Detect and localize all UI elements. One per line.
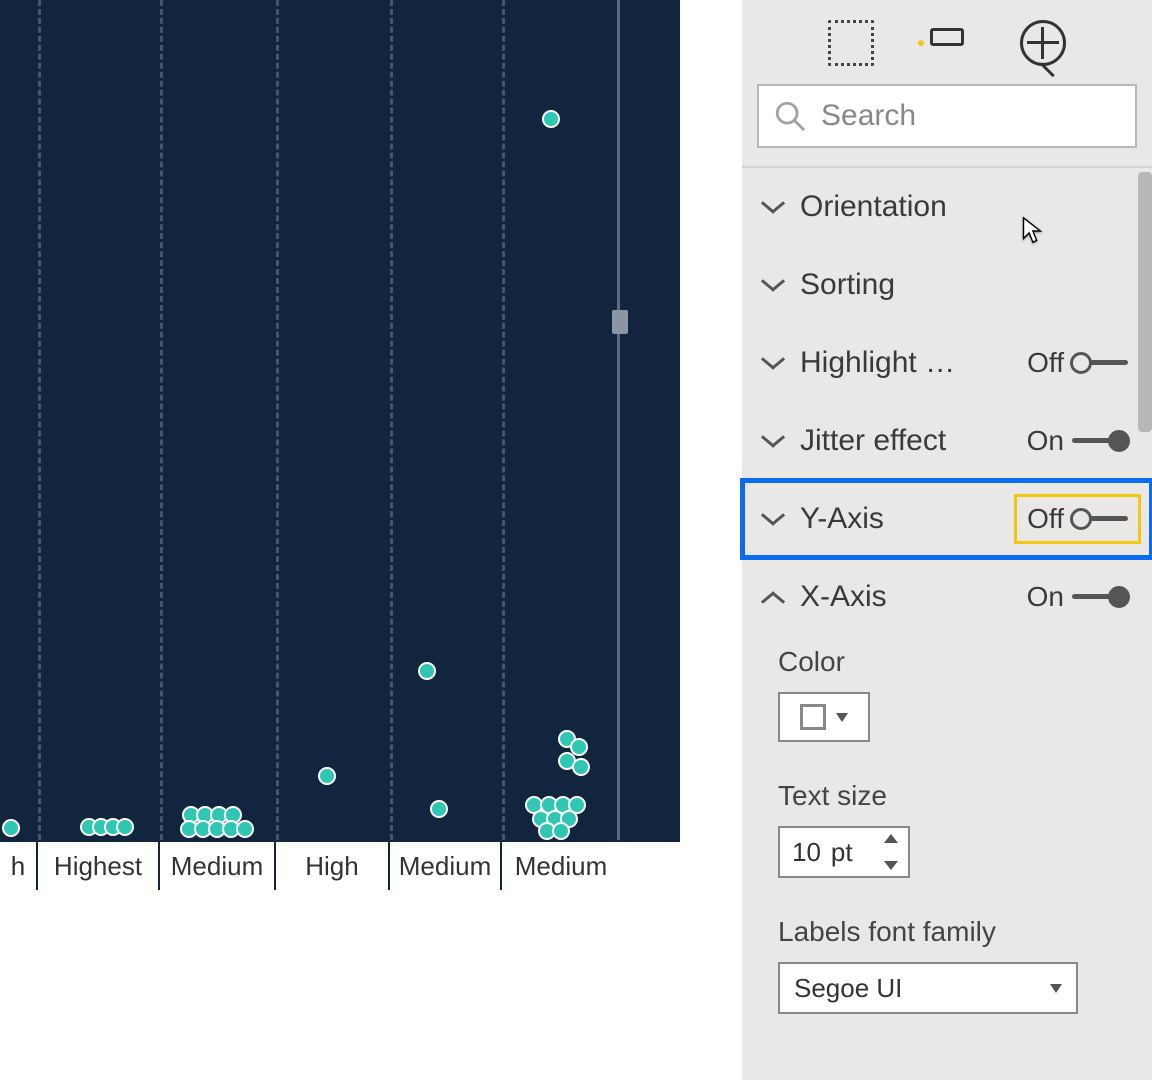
format-tab-icon[interactable] bbox=[924, 20, 970, 66]
yaxis-toggle[interactable] bbox=[1072, 508, 1128, 530]
chart-gridline bbox=[276, 0, 279, 840]
chevron-down-icon bbox=[760, 350, 786, 376]
chart-dot[interactable] bbox=[430, 800, 448, 818]
item-sorting[interactable]: Sorting bbox=[742, 246, 1152, 324]
font-dropdown[interactable]: Segoe UI bbox=[778, 962, 1078, 1014]
chart-scroll-handle[interactable] bbox=[612, 310, 628, 334]
x-label: h bbox=[0, 842, 38, 890]
highlight-toggle[interactable] bbox=[1072, 352, 1128, 374]
chart-dot[interactable] bbox=[116, 818, 134, 836]
cursor-icon bbox=[1016, 216, 1046, 246]
chevron-up-icon bbox=[760, 584, 786, 610]
item-yaxis[interactable]: Y-Axis Off bbox=[742, 480, 1152, 558]
xaxis-controls: Color Text size 10 pt Labels font family bbox=[742, 636, 1152, 1034]
spacer bbox=[680, 0, 742, 1080]
step-up-icon[interactable] bbox=[884, 834, 898, 843]
search-input[interactable]: Search bbox=[757, 84, 1137, 148]
chart-dot[interactable] bbox=[2, 819, 20, 837]
chart-visual[interactable]: h Highest Medium High Medium Medium bbox=[0, 0, 680, 890]
x-label: Highest bbox=[38, 842, 160, 890]
chart-dot[interactable] bbox=[552, 822, 570, 840]
color-swatch bbox=[800, 704, 826, 730]
chart-gridline bbox=[390, 0, 393, 840]
text-size-label: Text size bbox=[778, 780, 1128, 812]
chart-dot[interactable] bbox=[418, 662, 436, 680]
chart-dot[interactable] bbox=[318, 767, 336, 785]
chart-gridline bbox=[38, 0, 41, 840]
x-label: Medium bbox=[502, 842, 620, 890]
step-down-icon[interactable] bbox=[884, 861, 898, 870]
text-size-spinner[interactable]: 10 pt bbox=[778, 826, 910, 878]
chart-gridline bbox=[502, 0, 505, 840]
item-orientation[interactable]: Orientation bbox=[742, 168, 1152, 246]
chart-right-border bbox=[617, 0, 620, 840]
analytics-tab-icon[interactable] bbox=[1020, 20, 1066, 66]
format-panel: Search Orientation Sorting Highlight … O… bbox=[742, 0, 1152, 1080]
x-label: Medium bbox=[160, 842, 276, 890]
fields-tab-icon[interactable] bbox=[828, 20, 874, 66]
chevron-down-icon bbox=[760, 194, 786, 220]
jitter-toggle[interactable] bbox=[1072, 430, 1128, 452]
chart-dot[interactable] bbox=[542, 110, 560, 128]
chart-dot[interactable] bbox=[236, 820, 254, 838]
caret-down-icon bbox=[836, 713, 848, 722]
chevron-down-icon bbox=[760, 428, 786, 454]
xaxis-toggle[interactable] bbox=[1072, 586, 1128, 608]
caret-down-icon bbox=[1050, 984, 1062, 993]
item-highlight[interactable]: Highlight … Off bbox=[742, 324, 1152, 402]
chart-dot[interactable] bbox=[572, 758, 590, 776]
chevron-down-icon bbox=[760, 272, 786, 298]
item-jitter[interactable]: Jitter effect On bbox=[742, 402, 1152, 480]
panel-tab-row bbox=[742, 10, 1152, 74]
chart-x-labels: h Highest Medium High Medium Medium bbox=[0, 840, 680, 890]
color-picker[interactable] bbox=[778, 692, 870, 742]
search-placeholder: Search bbox=[821, 99, 916, 133]
font-label: Labels font family bbox=[778, 916, 1128, 948]
search-icon bbox=[773, 99, 807, 133]
color-label: Color bbox=[778, 646, 1128, 678]
chart-plot-area bbox=[0, 0, 680, 840]
x-label: Medium bbox=[390, 842, 502, 890]
chart-gridline bbox=[160, 0, 163, 840]
x-label: High bbox=[276, 842, 390, 890]
item-xaxis[interactable]: X-Axis On bbox=[742, 558, 1152, 636]
chevron-down-icon bbox=[760, 506, 786, 532]
